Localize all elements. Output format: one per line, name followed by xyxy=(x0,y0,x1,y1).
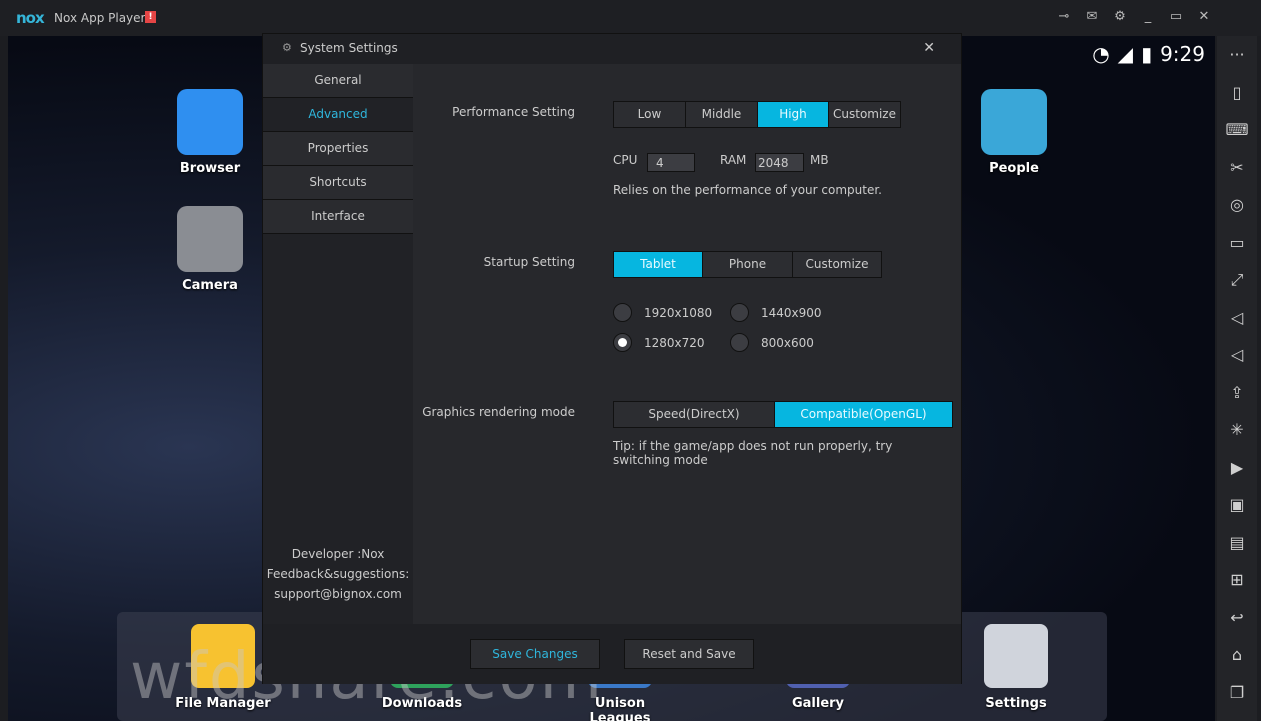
nav-shortcuts[interactable]: Shortcuts xyxy=(263,166,413,200)
ram-field[interactable]: 2048 xyxy=(755,153,804,172)
startup-phone[interactable]: Phone xyxy=(703,252,793,277)
startup-selector: Tablet Phone Customize xyxy=(613,251,882,278)
radio-button-selected[interactable] xyxy=(613,333,632,352)
gear-icon: ⚙ xyxy=(282,41,292,54)
toolbox-icon[interactable]: ▤ xyxy=(1229,524,1244,562)
perf-high[interactable]: High xyxy=(758,102,829,127)
performance-label: Performance Setting xyxy=(452,105,575,119)
performance-selector: Low Middle High Customize xyxy=(613,101,901,128)
home-icon[interactable]: ⌂ xyxy=(1232,636,1242,674)
loading-icon[interactable]: ✳ xyxy=(1230,411,1243,449)
performance-note: Relies on the performance of your comput… xyxy=(613,183,882,197)
radio-800x600[interactable]: 800x600 xyxy=(730,333,814,352)
close-icon[interactable]: ✕ xyxy=(923,40,935,56)
nav-general[interactable]: General xyxy=(263,64,413,98)
apk-icon[interactable]: ⇪ xyxy=(1230,374,1243,412)
cpu-field[interactable]: 4 xyxy=(647,153,695,172)
alert-badge[interactable]: ! xyxy=(145,11,156,23)
graphics-label: Graphics rendering mode xyxy=(422,405,575,419)
nav-advanced[interactable]: Advanced xyxy=(263,98,413,132)
pin-icon[interactable]: ⊸ xyxy=(1057,9,1071,24)
desktop-icon-browser[interactable]: Browser xyxy=(170,89,250,176)
shake-icon[interactable]: ▯ xyxy=(1233,74,1242,112)
volume-down-icon[interactable]: ◁ xyxy=(1231,336,1243,374)
perf-low[interactable]: Low xyxy=(614,102,686,127)
battery-icon: ▮ xyxy=(1141,42,1153,66)
keyboard-icon[interactable]: ⌨ xyxy=(1225,111,1248,149)
browser-icon xyxy=(177,89,243,155)
back-icon[interactable]: ↩ xyxy=(1230,599,1243,637)
volume-up-icon[interactable]: ◁ xyxy=(1231,299,1243,337)
camera-icon xyxy=(177,206,243,272)
perf-middle[interactable]: Middle xyxy=(686,102,758,127)
video-icon[interactable]: ▣ xyxy=(1229,486,1244,524)
graphics-tip: Tip: if the game/app does not run proper… xyxy=(613,439,893,467)
signal-icon: ◢ xyxy=(1117,42,1134,66)
startup-tablet[interactable]: Tablet xyxy=(614,252,703,277)
graphics-opengl[interactable]: Compatible(OpenGL) xyxy=(775,402,952,427)
multi-icon[interactable]: ⊞ xyxy=(1230,561,1243,599)
fullscreen-icon[interactable]: ⤢ xyxy=(1231,261,1244,299)
nav-interface[interactable]: Interface xyxy=(263,200,413,234)
startup-customize[interactable]: Customize xyxy=(793,252,881,277)
save-changes-button[interactable]: Save Changes xyxy=(470,639,600,669)
nox-logo: nox xyxy=(16,9,45,27)
radio-1280x720[interactable]: 1280x720 xyxy=(613,333,705,352)
status-bar: ◔ ◢ ▮ 9:29 xyxy=(1092,42,1205,66)
maximize-icon[interactable]: ▭ xyxy=(1169,9,1183,24)
nav-properties[interactable]: Properties xyxy=(263,132,413,166)
feedback-text: Feedback&suggestions: xyxy=(266,567,410,581)
reset-and-save-button[interactable]: Reset and Save xyxy=(624,639,754,669)
radio-button[interactable] xyxy=(613,303,632,322)
right-toolbar: ··· ▯ ⌨ ✂ ◎ ▭ ⤢ ◁ ◁ ⇪ ✳ ▶ ▣ ▤ ⊞ ↩ ⌂ ❐ xyxy=(1217,36,1257,721)
dialog-footer: Save Changes Reset and Save xyxy=(263,624,961,684)
cpu-label: CPU xyxy=(613,153,638,167)
radio-button[interactable] xyxy=(730,303,749,322)
clock: 9:29 xyxy=(1160,42,1205,66)
perf-customize[interactable]: Customize xyxy=(829,102,900,127)
title-bar: nox Nox App Player ! ⊸ ✉ ⚙ _ ▭ ✕ xyxy=(0,0,1261,36)
people-icon xyxy=(981,89,1047,155)
dock-settings[interactable]: Settings xyxy=(961,624,1071,711)
minimize-icon[interactable]: _ xyxy=(1141,9,1155,24)
app-title: Nox App Player xyxy=(54,11,146,25)
scissors-icon[interactable]: ✂ xyxy=(1230,149,1243,187)
macro-icon[interactable]: ▶ xyxy=(1231,449,1243,487)
developer-text: Developer :Nox xyxy=(291,547,385,561)
support-email[interactable]: support@bignox.com xyxy=(263,584,413,604)
close-icon[interactable]: ✕ xyxy=(1197,9,1211,24)
radio-1440x900[interactable]: 1440x900 xyxy=(730,303,822,322)
settings-icon xyxy=(984,624,1048,688)
more-icon[interactable]: ··· xyxy=(1229,36,1244,74)
recent-icon[interactable]: ❐ xyxy=(1230,674,1244,712)
graphics-directx[interactable]: Speed(DirectX) xyxy=(614,402,775,427)
settings-nav: General Advanced Properties Shortcuts In… xyxy=(263,64,413,624)
ram-unit: MB xyxy=(810,153,829,167)
mail-icon[interactable]: ✉ xyxy=(1085,9,1099,24)
wifi-icon: ◔ xyxy=(1092,42,1110,66)
radio-button[interactable] xyxy=(730,333,749,352)
startup-label: Startup Setting xyxy=(483,255,575,269)
desktop-icon-people[interactable]: People xyxy=(974,89,1054,176)
dialog-title: System Settings xyxy=(300,41,398,55)
desktop-icon-camera[interactable]: Camera xyxy=(170,206,250,293)
radio-1920x1080[interactable]: 1920x1080 xyxy=(613,303,712,322)
graphics-selector: Speed(DirectX) Compatible(OpenGL) xyxy=(613,401,953,428)
gear-icon[interactable]: ⚙ xyxy=(1113,9,1127,24)
folder-icon xyxy=(191,624,255,688)
system-settings-dialog: ⚙ System Settings ✕ General Advanced Pro… xyxy=(262,33,962,684)
screen-icon[interactable]: ▭ xyxy=(1229,224,1244,262)
ram-label: RAM xyxy=(720,153,747,167)
location-icon[interactable]: ◎ xyxy=(1230,186,1244,224)
